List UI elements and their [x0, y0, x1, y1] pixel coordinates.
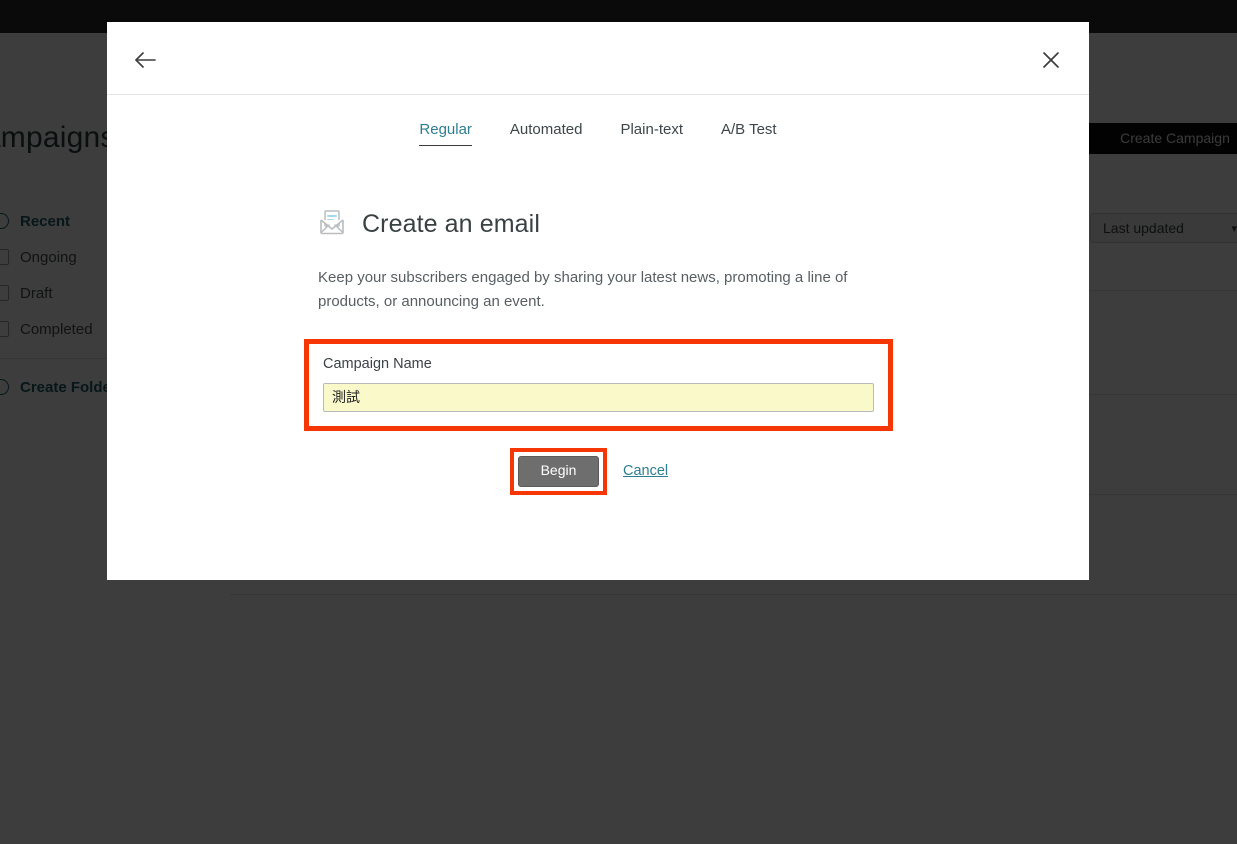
campaign-name-annotation-box: Campaign Name: [304, 338, 893, 431]
panel-title: Create an email: [362, 210, 540, 238]
campaign-type-tabs: Regular Automated Plain-text A/B Test: [107, 121, 1089, 146]
arrow-left-icon[interactable]: [129, 44, 161, 76]
create-email-panel: Create an email Keep your subscribers en…: [304, 146, 893, 495]
panel-heading: Create an email: [318, 208, 878, 241]
begin-button[interactable]: Begin: [518, 455, 599, 487]
open-envelope-icon: [318, 208, 346, 241]
tab-regular[interactable]: Regular: [419, 121, 472, 146]
campaign-name-input[interactable]: [323, 382, 874, 412]
create-campaign-modal: Regular Automated Plain-text A/B Test Cr…: [107, 22, 1089, 580]
close-icon[interactable]: [1035, 44, 1067, 76]
tab-plain-text[interactable]: Plain-text: [620, 121, 683, 146]
cancel-link[interactable]: Cancel: [623, 463, 668, 479]
tab-ab-test[interactable]: A/B Test: [721, 121, 777, 146]
panel-description: Keep your subscribers engaged by sharing…: [318, 269, 848, 311]
begin-annotation-box: Begin: [510, 447, 607, 495]
modal-header: [107, 22, 1089, 95]
modal-actions: Begin Cancel: [318, 447, 878, 495]
tab-automated[interactable]: Automated: [510, 121, 583, 146]
campaign-name-label: Campaign Name: [323, 355, 432, 372]
